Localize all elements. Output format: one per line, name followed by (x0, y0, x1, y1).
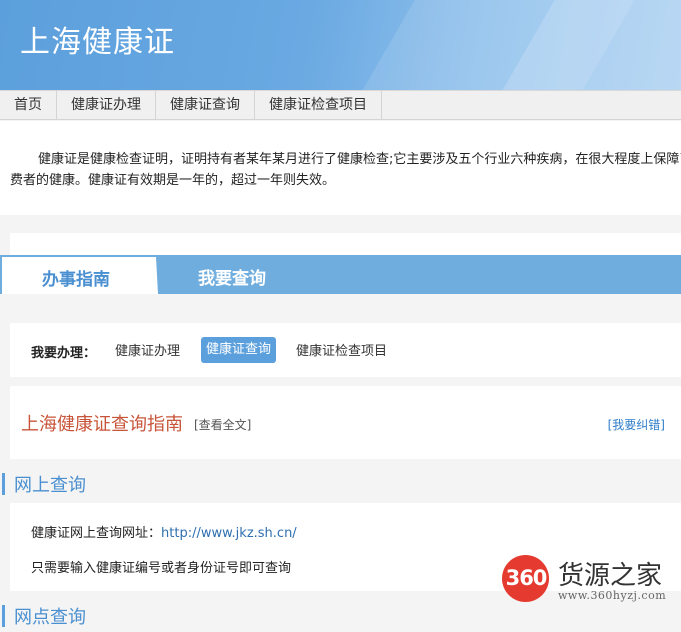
top-nav: 首页 健康证办理 健康证查询 健康证检查项目 (0, 90, 681, 120)
tab-guide-label: 办事指南 (42, 270, 110, 290)
header-banner: 上海健康证 (0, 0, 681, 90)
watermark-logo: 360 货源之家 www.360hyzj.com (502, 555, 681, 607)
report-error-link[interactable]: [我要纠错] (608, 416, 665, 433)
nav-item-apply[interactable]: 健康证办理 (57, 91, 156, 120)
tab-query[interactable]: 我要查询 (198, 264, 266, 289)
nav-item-exam-items[interactable]: 健康证检查项目 (255, 91, 382, 120)
guide-tabs: 办事指南 我要查询 (0, 255, 681, 294)
nav-item-home[interactable]: 首页 (0, 91, 57, 120)
intro-text: 健康证是健康检查证明，证明持有者某年某月进行了健康检查;它主要涉及五个行业六种疾… (10, 152, 681, 188)
tab-guide[interactable]: 办事指南 (2, 257, 158, 294)
guide-header: 上海健康证查询指南 [查看全文] [我要纠错] (10, 386, 681, 459)
section-marker (2, 605, 5, 627)
section-marker (2, 473, 5, 495)
guide-title: 上海健康证查询指南 (21, 414, 183, 435)
watermark-name: 货源之家 (558, 561, 663, 591)
query-url-link[interactable]: http://www.jkz.sh.cn/ (161, 526, 297, 541)
action-label: 我要办理： (31, 346, 97, 361)
intro-panel: 健康证是健康检查证明，证明持有者某年某月进行了健康检查;它主要涉及五个行业六种疾… (0, 121, 681, 215)
watermark-number: 360 (505, 566, 548, 590)
tabs-top-strip (10, 233, 681, 255)
action-link-query-selected[interactable]: 健康证查询 (201, 337, 277, 363)
action-bar: 我要办理： 健康证办理 健康证查询 健康证检查项目 (10, 323, 681, 377)
section-title: 网点查询 (14, 607, 86, 628)
watermark-url: www.360hyzj.com (558, 589, 667, 602)
watermark-badge: 360 (502, 555, 549, 602)
query-url-row: 健康证网上查询网址：http://www.jkz.sh.cn/ (31, 522, 297, 541)
nav-item-query[interactable]: 健康证查询 (156, 91, 255, 120)
section-title: 网上查询 (14, 475, 86, 496)
query-url-label: 健康证网上查询网址： (31, 526, 162, 541)
view-full-text-link[interactable]: [查看全文] (194, 416, 251, 433)
site-title: 上海健康证 (20, 25, 175, 60)
query-instruction: 只需要输入健康证编号或者身份证号即可查询 (31, 561, 292, 576)
action-link-exam-items[interactable]: 健康证检查项目 (291, 340, 392, 364)
action-link-apply[interactable]: 健康证办理 (110, 340, 185, 364)
section-online-query: 网上查询 (0, 468, 681, 498)
